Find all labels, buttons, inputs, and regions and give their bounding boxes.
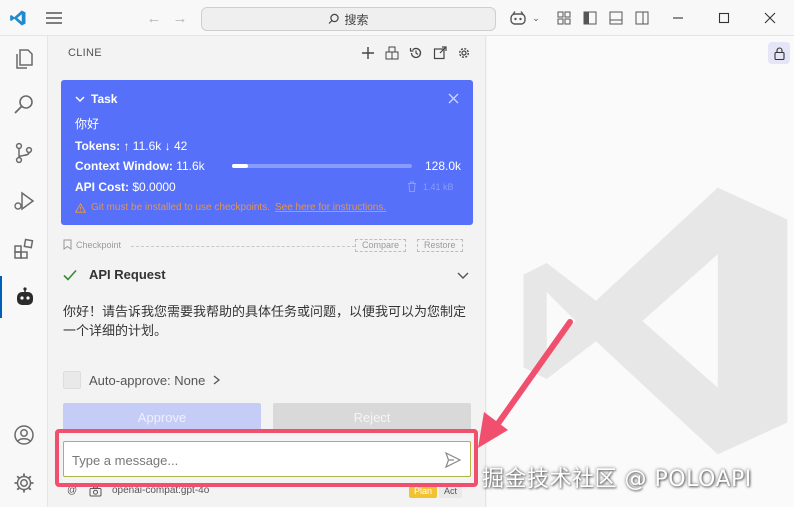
search-view-icon[interactable] (0, 84, 48, 126)
context-total: 128.0k (425, 159, 462, 173)
warning-icon (75, 202, 86, 213)
api-cost-label: API Cost: (75, 180, 129, 194)
context-progress-fill (232, 164, 249, 168)
command-center-search[interactable]: 搜索 (201, 7, 496, 31)
source-control-icon[interactable] (0, 132, 48, 174)
lock-icon[interactable] (768, 42, 790, 64)
check-icon (63, 269, 77, 281)
camera-icon[interactable] (89, 486, 102, 497)
toggle-secondary-sidebar-icon[interactable] (632, 8, 652, 28)
panel-actions (359, 44, 473, 62)
account-icon[interactable] (0, 414, 48, 456)
checkpoint-label: Checkpoint (76, 239, 122, 250)
bookmark-icon (63, 239, 72, 250)
chevron-right-icon[interactable] (213, 375, 221, 385)
toggle-panel-icon[interactable] (606, 8, 626, 28)
explorer-icon[interactable] (0, 38, 48, 80)
forward-arrow-icon[interactable]: → (170, 8, 190, 28)
editor-area (487, 36, 794, 507)
checkpoint-divider (131, 246, 355, 247)
popout-icon[interactable] (431, 44, 449, 62)
panel-title: CLINE (68, 47, 102, 59)
auto-approve-row[interactable]: Auto-approve: None (63, 371, 221, 389)
title-bar: ← → 搜索 ⌄ (0, 0, 794, 36)
vscode-logo-icon (8, 8, 28, 28)
send-icon[interactable] (444, 451, 462, 469)
menu-icon[interactable] (44, 8, 64, 28)
tokens-in: ↑ 11.6k (123, 139, 162, 153)
back-arrow-icon[interactable]: ← (144, 8, 164, 28)
trash-icon[interactable] (407, 181, 417, 192)
chevron-down-icon[interactable] (75, 94, 85, 104)
checkpoint-row: Checkpoint Compare Restore (63, 239, 471, 253)
settings-icon[interactable] (455, 44, 473, 62)
close-task-icon[interactable] (448, 91, 459, 109)
model-selector[interactable]: openai-compat:gpt-4o (112, 485, 209, 496)
context-used: 11.6k (176, 159, 205, 173)
task-card: Task 你好 Tokens: ↑ 11.6k ↓ 42 Context Win… (61, 80, 473, 225)
chevron-down-icon[interactable]: ⌄ (526, 8, 546, 28)
task-size: 1.41 kB (423, 181, 454, 192)
tokens-label: Tokens: (75, 139, 121, 153)
activity-bar (0, 36, 48, 507)
input-footer: @ openai-compat:gpt-4o Plan Act (65, 485, 473, 499)
vscode-watermark-icon (523, 187, 788, 455)
search-icon (329, 13, 340, 24)
copilot-icon[interactable] (508, 8, 528, 28)
mcp-servers-icon[interactable] (383, 44, 401, 62)
warning-link[interactable]: See here for instructions. (275, 202, 386, 213)
history-icon[interactable] (407, 44, 425, 62)
auto-approve-checkbox[interactable] (63, 371, 81, 389)
restore-button[interactable]: Restore (417, 239, 463, 252)
cline-panel: CLINE Task 你好 Tokens: ↑ 11.6k ↓ 42 Conte… (48, 36, 486, 507)
chevron-down-icon[interactable] (457, 272, 469, 280)
tokens-out: ↓ 42 (164, 139, 188, 153)
reject-button[interactable]: Reject (273, 403, 471, 431)
assistant-message: 你好！请告诉我您需要我帮助的具体任务或问题，以便我可以为您制定一个详细的计划。 (63, 304, 467, 338)
context-window-label: Context Window: (75, 159, 173, 173)
mention-at-icon[interactable]: @ (67, 485, 77, 496)
approve-button[interactable]: Approve (63, 403, 261, 431)
message-input[interactable] (72, 450, 432, 470)
task-header: Task (91, 92, 118, 106)
cline-robot-icon[interactable] (0, 276, 48, 318)
extensions-icon[interactable] (0, 228, 48, 270)
run-debug-icon[interactable] (0, 180, 48, 222)
api-request-label: API Request (89, 267, 166, 282)
minimize-icon[interactable] (668, 8, 688, 28)
watermark-text: 掘金技术社区 @ POLOAPI (482, 467, 752, 492)
maximize-icon[interactable] (714, 8, 734, 28)
close-icon[interactable] (760, 8, 780, 28)
settings-gear-icon[interactable] (0, 462, 48, 504)
compare-button[interactable]: Compare (355, 239, 407, 252)
customize-layout-icon[interactable] (554, 8, 574, 28)
context-progress-bar (232, 164, 412, 168)
auto-approve-label: Auto-approve: None (89, 372, 206, 388)
task-prompt: 你好 (75, 117, 100, 131)
api-cost-value: $0.0000 (132, 180, 176, 194)
search-label: 搜索 (344, 12, 369, 27)
act-toggle[interactable]: Act (439, 485, 463, 498)
message-input-box (63, 441, 471, 477)
warning-text: Git must be installed to use checkpoints… (91, 202, 270, 213)
plan-toggle[interactable]: Plan (409, 485, 438, 498)
new-task-plus-icon[interactable] (359, 44, 377, 62)
toggle-primary-sidebar-icon[interactable] (580, 8, 600, 28)
